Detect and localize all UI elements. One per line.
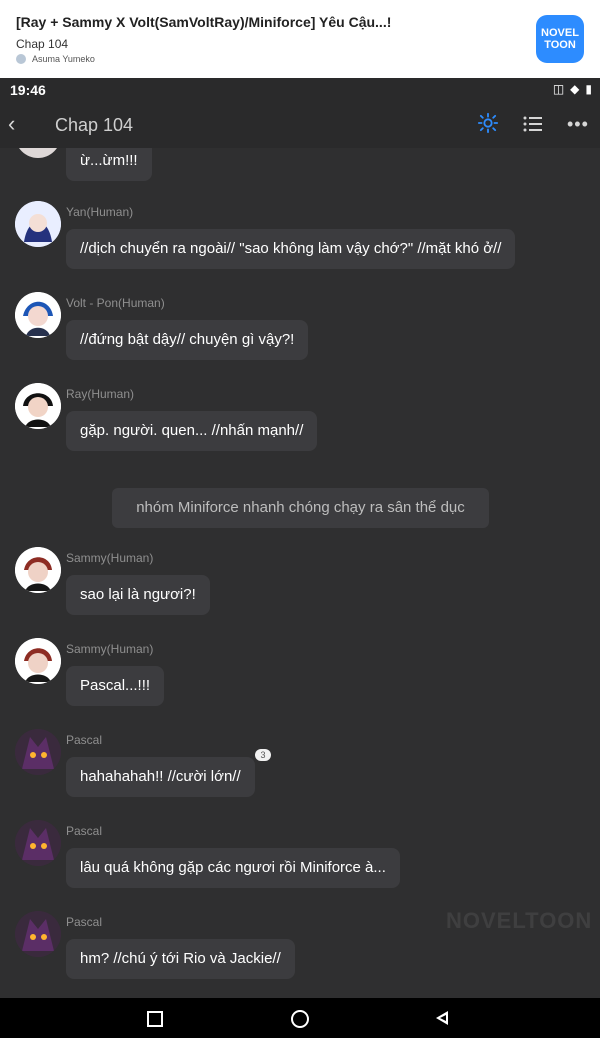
- system-message: nhóm Miniforce nhanh chóng chạy ra sân t…: [112, 488, 489, 528]
- message-bubble: ừ...ừm!!!: [66, 148, 152, 181]
- speaker-name: Pascal: [66, 733, 103, 747]
- story-title: [Ray + Sammy X Volt(SamVoltRay)/Miniforc…: [16, 14, 392, 30]
- status-time: 19:46: [10, 82, 46, 98]
- noveltoon-logo[interactable]: NOVEL TOON: [536, 15, 584, 63]
- message-bubble: hahahahah!! //cười lớn//: [66, 757, 255, 797]
- message-bubble: Pascal...!!!: [66, 666, 165, 706]
- chapter-label: Chap 104: [16, 37, 69, 51]
- author-row: Asuma Yumeko: [16, 54, 95, 64]
- recent-apps-icon[interactable]: [147, 1011, 163, 1027]
- chapter-app-bar: ‹ Chap 104 •••: [0, 102, 600, 148]
- chat-area: ừ...ừm!!! Yan(Human) //dịch chuyển ra ng…: [0, 148, 600, 998]
- noveltoon-watermark: NOVELTOON: [446, 908, 593, 933]
- speaker-name: Yan(Human): [66, 205, 134, 219]
- author-name: Asuma Yumeko: [32, 54, 95, 64]
- list-icon[interactable]: [522, 114, 544, 134]
- avatar[interactable]: [15, 292, 61, 338]
- android-navigation-bar: [0, 998, 600, 1038]
- message-bubble: //dịch chuyển ra ngoài// "sao không làm …: [66, 229, 516, 269]
- home-icon[interactable]: [291, 1010, 309, 1028]
- avatar[interactable]: [15, 148, 61, 158]
- battery-icon: ▮: [585, 82, 592, 96]
- status-icons: ◫ ◆ ▮: [553, 82, 592, 96]
- message-bubble: lâu quá không gặp các ngươi rồi Miniforc…: [66, 848, 400, 888]
- message-bubble: hm? //chú ý tới Rio và Jackie//: [66, 939, 295, 979]
- logo-line-2: TOON: [544, 39, 576, 51]
- avatar[interactable]: [15, 820, 61, 866]
- settings-icon[interactable]: [477, 112, 499, 134]
- speaker-name: Pascal: [66, 824, 103, 838]
- comment-count-badge[interactable]: 3: [255, 749, 271, 761]
- avatar[interactable]: [15, 547, 61, 593]
- avatar[interactable]: [15, 911, 61, 957]
- more-icon[interactable]: •••: [567, 114, 589, 135]
- message-bubble: //đứng bật dậy// chuyện gì vậy?!: [66, 320, 309, 360]
- message-bubble: sao lại là ngươi?!: [66, 575, 210, 615]
- speaker-name: Sammy(Human): [66, 551, 154, 565]
- author-avatar: [16, 54, 26, 64]
- status-bar: 19:46 ◫ ◆ ▮: [0, 78, 600, 102]
- speaker-name: Volt - Pon(Human): [66, 296, 165, 310]
- avatar[interactable]: [15, 638, 61, 684]
- back-icon[interactable]: ‹: [8, 111, 32, 137]
- logo-line-1: NOVEL: [541, 27, 579, 39]
- avatar[interactable]: [15, 201, 61, 247]
- vibrate-icon: ◫: [552, 82, 565, 96]
- back-nav-inner-icon: [440, 1015, 446, 1021]
- speaker-name: Pascal: [66, 915, 103, 929]
- message-bubble: gặp. người. quen... //nhấn mạnh//: [66, 411, 318, 451]
- speaker-name: Ray(Human): [66, 387, 135, 401]
- chapter-title: Chap 104: [55, 115, 134, 135]
- wifi-icon: ◆: [570, 82, 580, 96]
- speaker-name: Sammy(Human): [66, 642, 154, 656]
- avatar[interactable]: [15, 383, 61, 429]
- avatar[interactable]: [15, 729, 61, 775]
- story-banner[interactable]: [Ray + Sammy X Volt(SamVoltRay)/Miniforc…: [0, 0, 600, 78]
